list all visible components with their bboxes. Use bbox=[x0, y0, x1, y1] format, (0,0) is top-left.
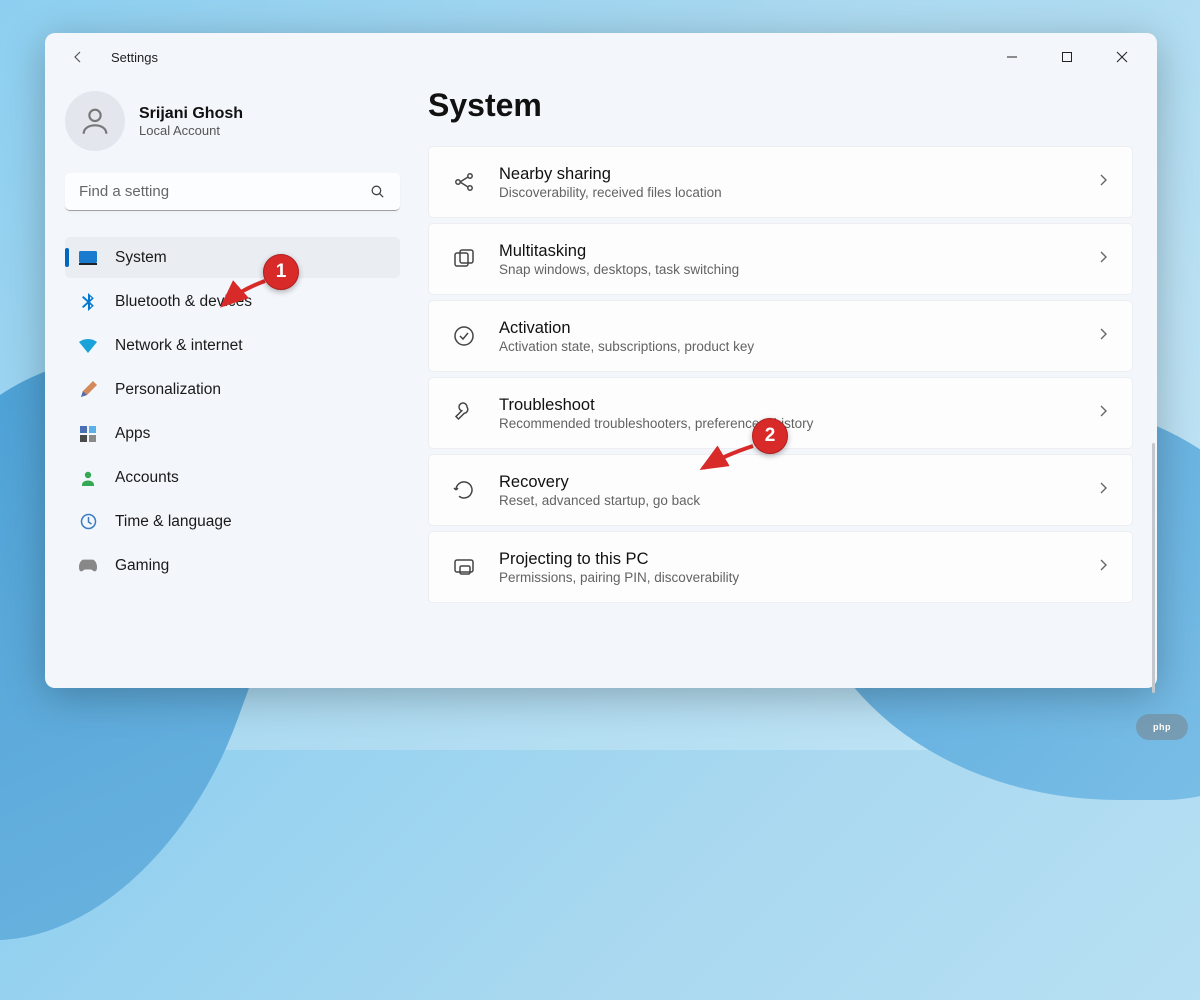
share-icon bbox=[451, 169, 477, 195]
nav-item-accounts[interactable]: Accounts bbox=[65, 457, 400, 498]
chevron-right-icon bbox=[1096, 250, 1110, 269]
nav-item-apps[interactable]: Apps bbox=[65, 413, 400, 454]
close-icon bbox=[1116, 51, 1128, 63]
nav-item-gaming[interactable]: Gaming bbox=[65, 545, 400, 586]
row-title: Multitasking bbox=[499, 242, 1074, 261]
recovery-icon bbox=[451, 477, 477, 503]
chevron-right-icon bbox=[1096, 327, 1110, 346]
row-recovery[interactable]: Recovery Reset, advanced startup, go bac… bbox=[428, 454, 1133, 526]
row-sub: Permissions, pairing PIN, discoverabilit… bbox=[499, 570, 1074, 585]
titlebar: Settings bbox=[45, 33, 1157, 81]
row-sub: Reset, advanced startup, go back bbox=[499, 493, 1074, 508]
arrow-left-icon bbox=[70, 49, 86, 65]
search-input[interactable] bbox=[65, 173, 400, 211]
nav-item-system[interactable]: System bbox=[65, 237, 400, 278]
callout-label: 1 bbox=[276, 261, 287, 283]
row-sub: Snap windows, desktops, task switching bbox=[499, 262, 1074, 277]
chevron-right-icon bbox=[1096, 173, 1110, 192]
nav-label: Network & internet bbox=[115, 337, 243, 355]
profile-name: Srijani Ghosh bbox=[139, 105, 243, 123]
maximize-button[interactable] bbox=[1039, 37, 1094, 77]
search-field[interactable] bbox=[65, 173, 400, 211]
nav-item-personalization[interactable]: Personalization bbox=[65, 369, 400, 410]
scrollbar[interactable] bbox=[1152, 443, 1155, 693]
apps-icon bbox=[79, 425, 97, 443]
minimize-icon bbox=[1006, 51, 1018, 63]
callout-label: 2 bbox=[765, 425, 776, 447]
maximize-icon bbox=[1061, 51, 1073, 63]
gamepad-icon bbox=[79, 557, 97, 575]
chevron-right-icon bbox=[1096, 404, 1110, 423]
nav-label: Apps bbox=[115, 425, 150, 443]
row-activation[interactable]: Activation Activation state, subscriptio… bbox=[428, 300, 1133, 372]
watermark-label: php bbox=[1153, 722, 1171, 732]
annotation-callout-2: 2 bbox=[752, 418, 788, 454]
wifi-icon bbox=[79, 337, 97, 355]
nav-label: Accounts bbox=[115, 469, 179, 487]
main-panel: System Nearby sharing Discoverability, r… bbox=[428, 81, 1137, 678]
multitask-icon bbox=[451, 246, 477, 272]
row-title: Nearby sharing bbox=[499, 165, 1074, 184]
annotation-callout-1: 1 bbox=[263, 254, 299, 290]
row-title: Projecting to this PC bbox=[499, 550, 1074, 569]
page-title: System bbox=[428, 87, 1137, 124]
bluetooth-icon bbox=[79, 293, 97, 311]
nav-label: Personalization bbox=[115, 381, 221, 399]
nav-label: Time & language bbox=[115, 513, 232, 531]
search-icon bbox=[369, 183, 386, 205]
accounts-icon bbox=[79, 469, 97, 487]
chevron-right-icon bbox=[1096, 481, 1110, 500]
person-icon bbox=[78, 104, 112, 138]
display-icon bbox=[79, 249, 97, 267]
minimize-button[interactable] bbox=[984, 37, 1039, 77]
check-circle-icon bbox=[451, 323, 477, 349]
app-title: Settings bbox=[111, 50, 158, 65]
nav-item-network[interactable]: Network & internet bbox=[65, 325, 400, 366]
sidebar: Srijani Ghosh Local Account System bbox=[65, 81, 400, 678]
paintbrush-icon bbox=[79, 381, 97, 399]
close-button[interactable] bbox=[1094, 37, 1149, 77]
settings-window: Settings Srijani Ghosh Local Account bbox=[45, 33, 1157, 688]
row-title: Activation bbox=[499, 319, 1074, 338]
row-title: Troubleshoot bbox=[499, 396, 1074, 415]
chevron-right-icon bbox=[1096, 558, 1110, 577]
globe-clock-icon bbox=[79, 513, 97, 531]
row-projecting[interactable]: Projecting to this PC Permissions, pairi… bbox=[428, 531, 1133, 603]
settings-list: Nearby sharing Discoverability, received… bbox=[428, 146, 1137, 603]
projecting-icon bbox=[451, 554, 477, 580]
row-title: Recovery bbox=[499, 473, 1074, 492]
wrench-icon bbox=[451, 400, 477, 426]
profile-block[interactable]: Srijani Ghosh Local Account bbox=[65, 81, 400, 173]
row-multitasking[interactable]: Multitasking Snap windows, desktops, tas… bbox=[428, 223, 1133, 295]
watermark: php bbox=[1136, 714, 1188, 740]
row-sub: Activation state, subscriptions, product… bbox=[499, 339, 1074, 354]
row-sub: Discoverability, received files location bbox=[499, 185, 1074, 200]
avatar bbox=[65, 91, 125, 151]
back-button[interactable] bbox=[63, 42, 93, 72]
nav-item-time-language[interactable]: Time & language bbox=[65, 501, 400, 542]
row-nearby-sharing[interactable]: Nearby sharing Discoverability, received… bbox=[428, 146, 1133, 218]
nav-label: Gaming bbox=[115, 557, 169, 575]
profile-sub: Local Account bbox=[139, 123, 243, 138]
nav-label: System bbox=[115, 249, 167, 267]
